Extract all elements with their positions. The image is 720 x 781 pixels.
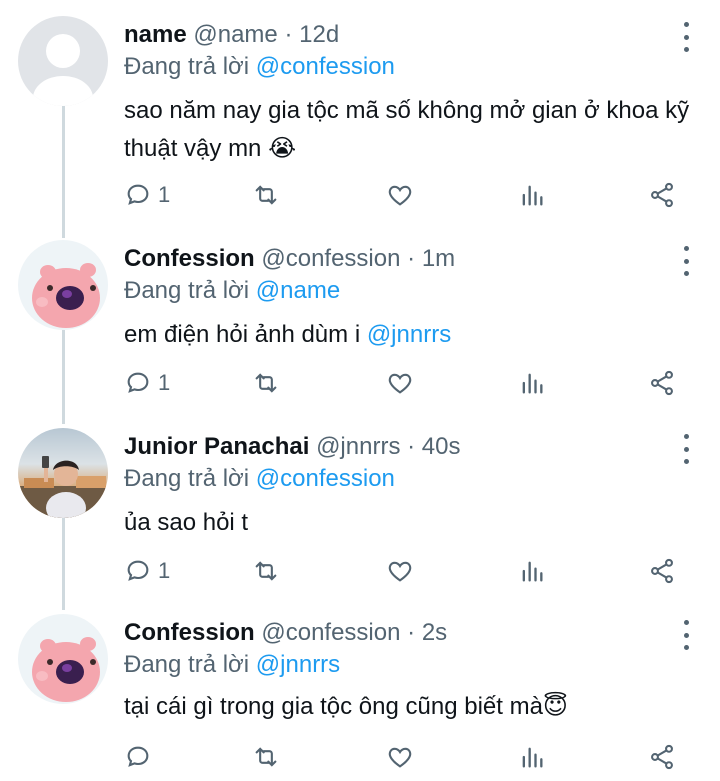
retweet-icon [255, 373, 277, 393]
reply-icon [127, 372, 149, 393]
reply-button[interactable]: 1 [124, 368, 170, 398]
tweet-actions: 1 [124, 368, 720, 398]
retweet-icon [255, 561, 277, 581]
share-button[interactable] [648, 368, 676, 398]
more-options-icon[interactable] [680, 22, 692, 52]
reply-count: 1 [158, 370, 171, 395]
share-icon [651, 182, 673, 208]
more-options-icon[interactable] [680, 246, 692, 276]
tweet-text-mention[interactable]: @jnnrrs [367, 321, 451, 348]
retweet-icon [255, 747, 277, 767]
like-button[interactable] [386, 742, 414, 772]
tweet[interactable]: name @name · 12d Đang trả lời @confessio… [0, 16, 720, 216]
share-icon [651, 558, 673, 584]
views-button[interactable] [518, 180, 546, 210]
replying-to-label: Đang trả lời [124, 277, 250, 304]
reply-icon [127, 184, 149, 205]
tweet-text: ủa sao hỏi t [124, 509, 249, 536]
replying-to-label: Đang trả lời [124, 53, 250, 80]
retweet-icon [255, 185, 277, 205]
retweet-button[interactable] [252, 556, 280, 586]
separator-dot: · [407, 245, 416, 272]
replying-to-mention[interactable]: @confession [256, 465, 395, 492]
separator-dot: · [407, 433, 416, 460]
tweet-actions: 1 [124, 556, 720, 586]
pig-avatar-icon[interactable] [18, 614, 108, 704]
replying-to: Đang trả lời @name [124, 276, 340, 306]
replying-to-mention[interactable]: @confession [256, 53, 395, 80]
tweet-text: em điện hỏi ảnh dùm i @jnnrrs [124, 316, 690, 354]
timestamp[interactable]: 40s [422, 433, 461, 460]
analytics-icon [522, 747, 543, 768]
user-handle[interactable]: @jnnrrs [316, 433, 400, 460]
like-button[interactable] [386, 180, 414, 210]
replying-to-mention[interactable]: @name [256, 277, 340, 304]
display-name[interactable]: Confession [124, 619, 255, 646]
separator-dot: · [407, 619, 416, 646]
like-button[interactable] [386, 556, 414, 586]
tweet-text: sao năm nay gia tộc mã số không mở gian … [124, 97, 690, 162]
separator-dot: · [284, 21, 293, 48]
share-button[interactable] [648, 556, 676, 586]
tweet-header: Junior Panachai @jnnrrs · 40s [124, 432, 660, 462]
replying-to-mention[interactable]: @jnnrrs [256, 651, 340, 678]
reply-icon [127, 746, 149, 767]
heart-icon [388, 561, 412, 582]
heart-icon [388, 185, 412, 206]
replying-to-label: Đang trả lời [124, 651, 250, 678]
analytics-icon [522, 373, 543, 394]
display-name[interactable]: Confession [124, 245, 255, 272]
tweet-actions [124, 742, 720, 772]
views-button[interactable] [518, 742, 546, 772]
tweet-actions: 1 [124, 180, 720, 210]
more-options-icon[interactable] [680, 620, 692, 650]
replying-to: Đang trả lời @confession [124, 464, 395, 494]
share-button[interactable] [648, 180, 676, 210]
tweet-header: name @name · 12d [124, 20, 660, 50]
tweet-text-main: em điện hỏi ảnh dùm i [124, 321, 367, 348]
user-handle[interactable]: @confession [261, 619, 400, 646]
views-button[interactable] [518, 368, 546, 398]
tweet[interactable]: Confession @confession · 1m Đang trả lời… [0, 240, 720, 410]
retweet-button[interactable] [252, 742, 280, 772]
like-button[interactable] [386, 368, 414, 398]
tweet-header: Confession @confession · 2s [124, 618, 660, 648]
reply-count: 1 [158, 558, 171, 583]
reply-button[interactable]: 1 [124, 180, 170, 210]
reply-count: 1 [158, 182, 171, 207]
reply-button[interactable] [124, 742, 158, 772]
share-button[interactable] [648, 742, 676, 772]
heart-icon [388, 747, 412, 768]
replying-to: Đang trả lời @confession [124, 52, 395, 82]
timestamp[interactable]: 1m [422, 245, 455, 272]
heart-icon [388, 373, 412, 394]
tweet-header: Confession @confession · 1m [124, 244, 660, 274]
views-button[interactable] [518, 556, 546, 586]
user-handle[interactable]: @confession [261, 245, 400, 272]
user-handle[interactable]: @name [193, 21, 277, 48]
pig-avatar-icon[interactable] [18, 240, 108, 330]
default-avatar-icon[interactable] [18, 16, 108, 106]
share-icon [651, 370, 673, 396]
timestamp[interactable]: 2s [422, 619, 447, 646]
display-name[interactable]: name [124, 21, 187, 48]
reply-icon [127, 560, 149, 581]
timestamp[interactable]: 12d [299, 21, 339, 48]
display-name[interactable]: Junior Panachai [124, 433, 309, 460]
more-options-icon[interactable] [680, 434, 692, 464]
analytics-icon [522, 561, 543, 582]
analytics-icon [522, 185, 543, 206]
retweet-button[interactable] [252, 180, 280, 210]
photo-avatar-icon[interactable] [18, 428, 108, 518]
replying-to: Đang trả lời @jnnrrs [124, 650, 340, 680]
tweet[interactable]: Junior Panachai @jnnrrs · 40s Đang trả l… [0, 428, 720, 598]
share-icon [651, 744, 673, 770]
retweet-button[interactable] [252, 368, 280, 398]
reply-button[interactable]: 1 [124, 556, 170, 586]
tweet[interactable]: Confession @confession · 2s Đang trả lời… [0, 614, 720, 781]
tweet-text: tại cái gì trong gia tộc ông cũng biết m… [124, 693, 568, 720]
replying-to-label: Đang trả lời [124, 465, 250, 492]
